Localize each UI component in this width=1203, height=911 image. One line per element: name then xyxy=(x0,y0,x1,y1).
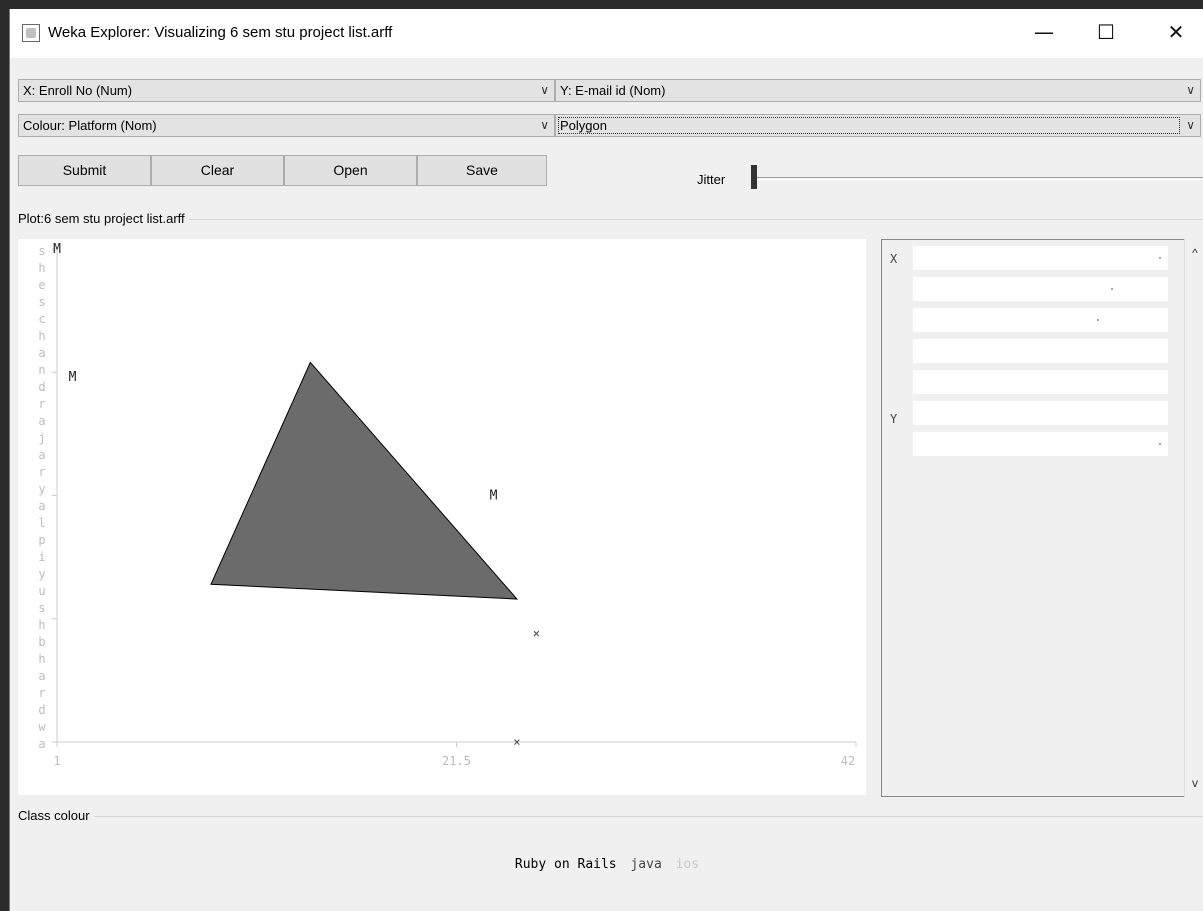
data-point: M xyxy=(490,489,498,504)
data-point: × xyxy=(513,735,520,749)
plot-group-border xyxy=(18,219,1203,220)
y-axis-tick-label: a xyxy=(38,737,45,751)
y-axis-tick-label: c xyxy=(38,312,45,326)
y-axis-ticks xyxy=(52,248,57,743)
selection-polygon xyxy=(210,361,519,600)
shape-select[interactable]: Polygon ∨ xyxy=(555,114,1201,137)
save-button[interactable]: Save xyxy=(417,155,547,186)
y-axis-tick-label: s xyxy=(38,244,45,258)
legend-item-java: java xyxy=(630,857,662,872)
attribute-panel-scrollbar[interactable]: ^ v xyxy=(1184,239,1203,797)
y-axis-tick-label: h xyxy=(38,618,45,632)
y-axis-tick-label: a xyxy=(38,346,45,360)
attribute-bar[interactable] xyxy=(913,246,1168,270)
y-axis-tick-label: r xyxy=(38,686,45,700)
y-axis-tick-label: a xyxy=(38,669,45,683)
y-axis-tick-label: n xyxy=(38,363,45,377)
y-axis-tick-label: h xyxy=(38,329,45,343)
scroll-down-icon[interactable]: v xyxy=(1185,773,1203,793)
y-axis-tick-label: u xyxy=(38,584,45,598)
y-axis-tick-labels: sheschandrajaryalpiyushbhardwa xyxy=(38,244,46,751)
y-axis-tick-label: w xyxy=(38,720,46,734)
legend-item-ios: ios xyxy=(675,857,700,872)
y-axis-tick-label: l xyxy=(38,516,45,530)
y-axis-tick-label: e xyxy=(38,278,45,292)
close-button[interactable]: ✕ xyxy=(1162,21,1190,45)
y-axis-tick-label: a xyxy=(38,448,45,462)
x-tick-label: 1 xyxy=(53,754,60,768)
jitter-label: Jitter xyxy=(697,172,726,187)
data-point: M xyxy=(69,370,77,385)
data-point: × xyxy=(533,627,540,641)
colour-select[interactable]: Colour: Platform (Nom) ∨ xyxy=(18,114,555,137)
class-colour-legend: Ruby on Rails java ios xyxy=(10,857,1203,872)
y-axis-tick-label: r xyxy=(38,465,45,479)
y-axis-tick-label: y xyxy=(38,482,45,496)
x-tick-label: 42 xyxy=(841,754,855,768)
x-selector-label: X xyxy=(890,252,898,266)
attribute-bar[interactable] xyxy=(913,401,1168,425)
x-axis-ticks: 1 21.5 42 xyxy=(53,742,857,768)
chevron-down-icon: ∨ xyxy=(1186,83,1195,97)
attribute-bar[interactable] xyxy=(913,370,1168,394)
class-colour-title: Class colour xyxy=(18,808,94,823)
x-axis-select-value: X: Enroll No (Num) xyxy=(23,83,133,98)
maximize-button[interactable]: ☐ xyxy=(1092,21,1120,45)
attribute-bar[interactable] xyxy=(913,339,1168,363)
y-axis-tick-label: i xyxy=(38,550,45,564)
clear-button[interactable]: Clear xyxy=(151,155,284,186)
scroll-up-icon[interactable]: ^ xyxy=(1185,243,1203,263)
data-point: M xyxy=(53,242,61,257)
y-axis-tick-label: a xyxy=(38,414,45,428)
y-axis-tick-label: y xyxy=(38,567,45,581)
weka-explorer-window: Weka Explorer: Visualizing 6 sem stu pro… xyxy=(9,9,1203,911)
jitter-slider-track[interactable] xyxy=(757,177,1203,180)
java-cup-icon xyxy=(22,24,40,42)
y-axis-tick-label: h xyxy=(38,261,45,275)
scatter-plot: sheschandrajaryalpiyushbhardwa 1 21.5 42 M… xyxy=(38,242,857,768)
minimize-button[interactable]: — xyxy=(1030,21,1058,45)
y-axis-tick-label: s xyxy=(38,295,45,309)
y-axis-select-value: Y: E-mail id (Nom) xyxy=(560,83,666,98)
attribute-bar[interactable] xyxy=(913,432,1168,456)
bar-dot xyxy=(1159,257,1161,259)
y-axis-tick-label: r xyxy=(38,397,45,411)
y-axis-tick-label: b xyxy=(38,635,45,649)
chevron-down-icon: ∨ xyxy=(540,118,549,132)
shape-select-value: Polygon xyxy=(558,117,1180,134)
chevron-down-icon: ∨ xyxy=(1186,118,1195,132)
attribute-bar[interactable] xyxy=(913,277,1168,301)
y-axis-tick-label: a xyxy=(38,499,45,513)
y-axis-tick-label: h xyxy=(38,652,45,666)
bar-dot xyxy=(1159,443,1161,445)
bar-dot xyxy=(1097,319,1099,321)
x-tick-label: 21.5 xyxy=(442,754,471,768)
plot-title: Plot:6 sem stu project list.arff xyxy=(18,211,189,226)
y-axis-tick-label: d xyxy=(38,380,45,394)
y-axis-tick-label: j xyxy=(38,431,45,445)
attribute-panel: X Y xyxy=(881,239,1185,797)
colour-select-value: Colour: Platform (Nom) xyxy=(23,118,157,133)
chevron-down-icon: ∨ xyxy=(540,83,549,97)
y-axis-tick-label: p xyxy=(38,533,45,547)
title-bar: Weka Explorer: Visualizing 6 sem stu pro… xyxy=(10,9,1203,58)
open-button[interactable]: Open xyxy=(284,155,417,186)
y-axis-tick-label: s xyxy=(38,601,45,615)
x-axis-select[interactable]: X: Enroll No (Num) ∨ xyxy=(18,79,555,102)
y-axis-tick-label: d xyxy=(38,703,45,717)
y-selector-label: Y xyxy=(890,412,898,426)
jitter-slider-thumb[interactable] xyxy=(751,165,757,189)
y-axis-select[interactable]: Y: E-mail id (Nom) ∨ xyxy=(555,79,1201,102)
legend-group-border xyxy=(18,816,1203,817)
plot-area[interactable]: sheschandrajaryalpiyushbhardwa 1 21.5 42 M… xyxy=(18,239,866,795)
bar-dot xyxy=(1111,288,1113,290)
submit-button[interactable]: Submit xyxy=(18,155,151,186)
attribute-bar[interactable] xyxy=(913,308,1168,332)
legend-item-ruby-on-rails: Ruby on Rails xyxy=(514,857,617,872)
window-title: Weka Explorer: Visualizing 6 sem stu pro… xyxy=(48,24,393,41)
